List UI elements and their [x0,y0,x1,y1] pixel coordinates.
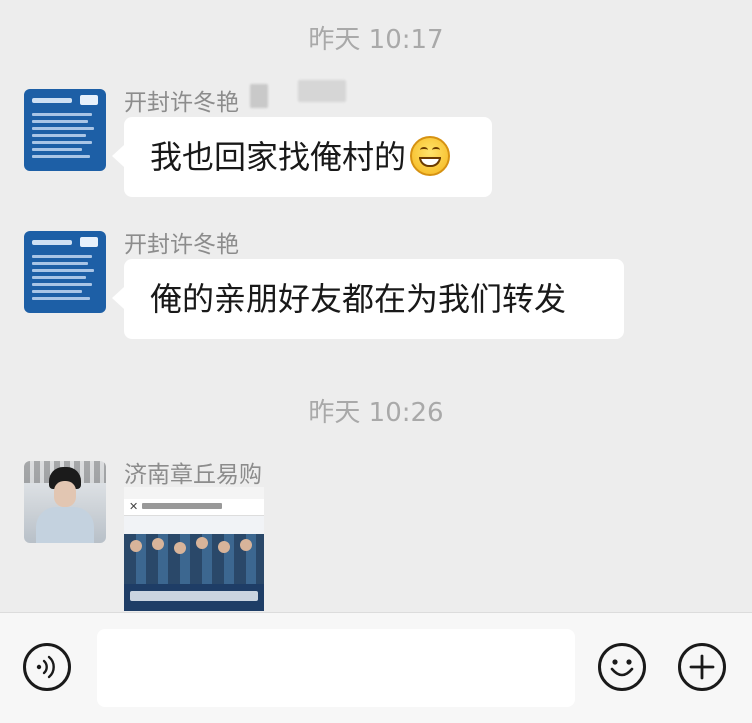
share-card[interactable]: ✕ [124,487,264,611]
redacted-blur [250,84,268,108]
message-bubble[interactable]: 我也回家找俺村的 [112,117,492,197]
close-icon: ✕ [129,500,139,513]
message-bubble[interactable]: 俺的亲朋好友都在为我们转发 [112,259,624,339]
sender-name: 开封许冬艳 [124,90,239,116]
avatar[interactable] [24,89,106,171]
message-text: 我也回家找俺村的 [150,138,407,176]
timestamp: 昨天 10:17 [308,25,444,55]
grin-emoji-icon [410,136,451,176]
avatar[interactable] [24,231,106,313]
voice-icon[interactable] [23,643,71,691]
avatar[interactable] [24,461,106,543]
sender-name: 开封许冬艳 [124,232,239,258]
emoji-icon[interactable] [598,643,646,691]
plus-icon[interactable] [678,643,726,691]
redacted-blur [298,80,346,102]
timestamp: 昨天 10:26 [308,398,444,428]
message-input[interactable] [97,629,575,707]
sender-name: 济南章丘易购 [124,462,262,488]
message-text: 俺的亲朋好友都在为我们转发 [150,280,567,318]
input-bar [0,613,752,723]
poster-image [124,534,264,584]
